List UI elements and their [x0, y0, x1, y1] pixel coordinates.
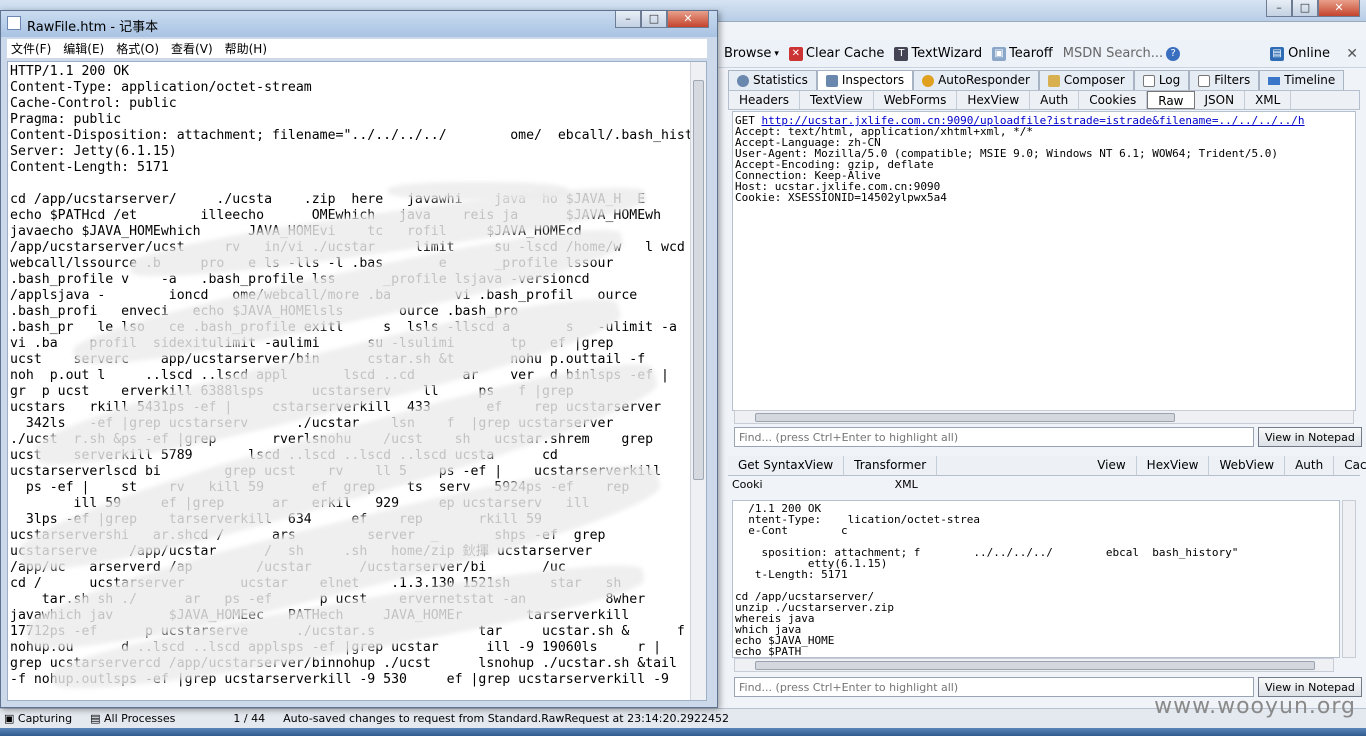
tab-log[interactable]: Log	[1133, 70, 1190, 90]
tab-json[interactable]: JSON	[1195, 91, 1246, 109]
taskbar	[0, 728, 1366, 736]
notepad-window: RawFile.htm - 记事本 – □ ✕ 文件(F) 编辑(E) 格式(O…	[0, 10, 718, 708]
tab-auth[interactable]: Auth	[1030, 91, 1080, 109]
tab-caching[interactable]: Caching	[1334, 456, 1366, 475]
inspectors-icon	[825, 74, 838, 87]
tab-autoresponder[interactable]: AutoResponder	[913, 70, 1039, 90]
response-subtabs: Cooki XML	[728, 478, 1028, 496]
textwizard-button[interactable]: T TextWizard	[894, 46, 982, 61]
help-icon: ?	[1166, 46, 1181, 61]
autoresponder-icon	[922, 74, 935, 87]
clear-cache-icon: ✕	[788, 46, 803, 61]
notepad-menu-bar: 文件(F) 编辑(E) 格式(O) 查看(V) 帮助(H)	[7, 39, 707, 59]
tab-get-syntaxview[interactable]: Get SyntaxView	[728, 456, 845, 475]
dropdown-arrow-icon: ▾	[774, 48, 779, 59]
tab-filters[interactable]: Filters	[1189, 70, 1260, 90]
tab-timeline[interactable]: Timeline	[1259, 70, 1345, 90]
tab-cookies-response[interactable]: Cooki	[732, 478, 763, 496]
tab-xml[interactable]: XML	[1245, 91, 1292, 109]
tab-composer[interactable]: Composer	[1038, 70, 1134, 90]
tab-webforms[interactable]: WebForms	[874, 91, 958, 109]
notepad-title: RawFile.htm - 记事本	[27, 20, 159, 35]
request-inspector-tabs: Headers TextView WebForms HexView Auth C…	[728, 90, 1360, 110]
tab-view[interactable]: View	[1087, 456, 1137, 475]
msdn-search-box[interactable]: MSDN Search...?	[1063, 46, 1181, 61]
main-tabs: Statistics Inspectors AutoResponder Comp…	[728, 70, 1345, 90]
menu-file[interactable]: 文件(F)	[11, 40, 51, 57]
tearoff-button[interactable]: ▣ Tearoff	[992, 46, 1053, 61]
online-indicator[interactable]: ▤ Online	[1270, 46, 1330, 61]
menu-edit[interactable]: 编辑(E)	[63, 40, 104, 57]
tab-transformer[interactable]: Transformer	[844, 456, 938, 475]
tab-webview[interactable]: WebView	[1209, 456, 1286, 475]
tab-headers[interactable]: Headers	[729, 91, 800, 109]
response-horizontal-scrollbar[interactable]	[734, 658, 1334, 672]
close-toolbar-icon[interactable]: ✕	[1346, 46, 1358, 62]
textwizard-icon: T	[894, 46, 909, 61]
close-button[interactable]: ✕	[1318, 0, 1360, 17]
timeline-icon	[1268, 76, 1281, 85]
statistics-icon	[737, 74, 749, 87]
notepad-maximize-button[interactable]: □	[641, 11, 667, 28]
request-raw-view[interactable]: GET http://ucstar.jxlife.com.cn:9090/upl…	[732, 111, 1356, 411]
request-horizontal-scrollbar[interactable]	[734, 410, 1354, 424]
tab-hexview-response[interactable]: HexView	[1137, 456, 1210, 475]
composer-icon	[1047, 74, 1060, 87]
notepad-text-area[interactable]: HTTP/1.1 200 OK Content-Type: applicatio…	[7, 61, 707, 701]
request-find-input[interactable]	[734, 427, 1254, 447]
notepad-close-button[interactable]: ✕	[667, 11, 709, 28]
notepad-minimize-button[interactable]: –	[615, 11, 641, 28]
response-inspector-tabs: Get SyntaxView Transformer View HexView …	[728, 456, 1366, 476]
tearoff-icon: ▣	[992, 46, 1007, 61]
tab-auth-response[interactable]: Auth	[1285, 456, 1335, 475]
session-count: 1 / 44	[233, 712, 266, 725]
clear-cache-button[interactable]: ✕ Clear Cache	[788, 46, 884, 61]
browse-button[interactable]: Browse ▾	[724, 46, 779, 61]
filters-icon	[1198, 74, 1211, 87]
response-vertical-scrollbar[interactable]	[1342, 500, 1356, 658]
request-find-bar: View in Notepad	[734, 427, 1362, 447]
tab-statistics[interactable]: Statistics	[728, 70, 817, 90]
notepad-title-bar: RawFile.htm - 记事本 – □ ✕	[1, 11, 717, 37]
menu-view[interactable]: 查看(V)	[171, 40, 213, 57]
response-raw-view[interactable]: /1.1 200 OK ntent-Type: lication/octet-s…	[732, 500, 1340, 658]
network-icon: ▤	[1270, 46, 1285, 61]
watermark: www.wooyun.org	[1154, 694, 1356, 719]
maximize-button[interactable]: □	[1292, 0, 1318, 17]
tab-raw[interactable]: Raw	[1147, 91, 1195, 109]
log-icon	[1142, 74, 1155, 87]
tab-hexview[interactable]: HexView	[957, 91, 1031, 109]
tab-textview[interactable]: TextView	[800, 91, 874, 109]
minimize-button[interactable]: –	[1266, 0, 1292, 17]
menu-help[interactable]: 帮助(H)	[225, 40, 267, 57]
process-filter[interactable]: ▤ All Processes	[90, 712, 175, 725]
view-in-notepad-button[interactable]: View in Notepad	[1258, 427, 1362, 447]
notepad-icon	[7, 16, 21, 30]
tab-cookies[interactable]: Cookies	[1079, 91, 1148, 109]
tab-xml-response[interactable]: XML	[895, 478, 918, 496]
capturing-indicator[interactable]: ▣ Capturing	[4, 712, 72, 725]
request-headers: Accept: text/html, application/xhtml+xml…	[735, 125, 1279, 204]
status-message: Auto-saved changes to request from Stand…	[283, 712, 729, 725]
tab-inspectors[interactable]: Inspectors	[816, 70, 914, 90]
menu-format[interactable]: 格式(O)	[116, 40, 159, 57]
fiddler-toolbar: Browse ▾ ✕ Clear Cache T TextWizard ▣ Tearof…	[718, 40, 1366, 68]
notepad-vertical-scrollbar[interactable]	[690, 62, 706, 700]
